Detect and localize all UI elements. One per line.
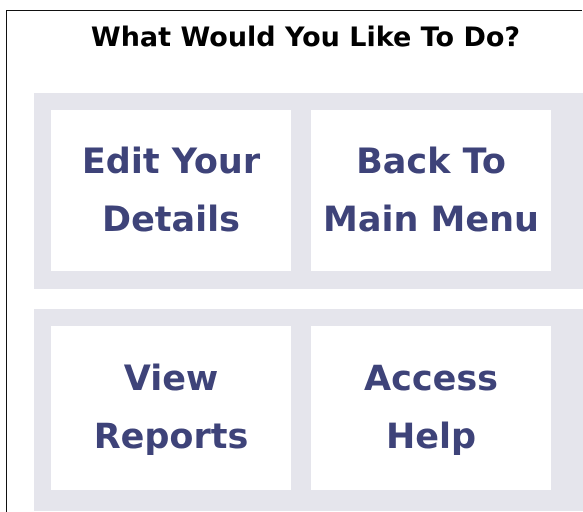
view-reports-label-line-2: Reports (93, 417, 249, 457)
edit-details-label-line-1: Edit Your (81, 141, 261, 182)
view-reports-label-line-1: View (123, 359, 219, 399)
access-help-label-line-2: Help (385, 417, 477, 457)
edit-details-label-line-2: Details (102, 199, 240, 240)
access-help-label-line-1: Access (364, 359, 498, 399)
back-to-main-menu-button[interactable]: Back To Main Menu (311, 110, 551, 271)
options-row-top: Edit Your Details Back To Main Menu (34, 93, 583, 289)
main-menu-label-line-1: Back To (356, 141, 506, 182)
options-row-bottom: View Reports Access Help (34, 309, 583, 511)
page-title: What Would You Like To Do? (90, 22, 521, 53)
edit-details-button[interactable]: Edit Your Details (51, 110, 291, 271)
access-help-button[interactable]: Access Help (311, 326, 551, 490)
main-menu-label-line-2: Main Menu (323, 199, 539, 240)
view-reports-button[interactable]: View Reports (51, 326, 291, 490)
